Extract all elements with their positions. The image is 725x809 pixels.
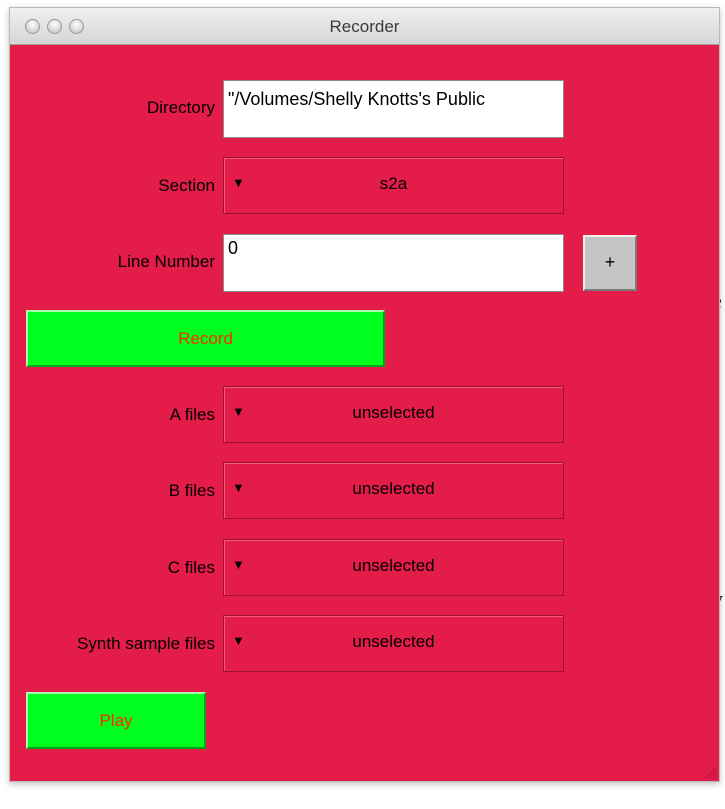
line-number-field[interactable]: 0: [223, 234, 564, 292]
section-select[interactable]: ▼ s2a: [223, 157, 564, 214]
a-files-label: A files: [169, 405, 215, 424]
directory-field[interactable]: "/Volumes/Shelly Knotts's Public: [223, 80, 564, 138]
title-bar[interactable]: Recorder: [10, 8, 719, 45]
resize-grip-icon[interactable]: [703, 765, 717, 779]
c-files-select-value: unselected: [352, 556, 435, 575]
a-files-select[interactable]: ▼ unselected: [223, 386, 564, 443]
window-title: Recorder: [329, 17, 400, 36]
synth-sample-files-label: Synth sample files: [77, 634, 215, 653]
synth-sample-files-select[interactable]: ▼ unselected: [223, 615, 564, 672]
b-files-label: B files: [168, 481, 215, 500]
section-label: Section: [158, 176, 215, 195]
recorder-window: Recorder Directory "/Volumes/Shelly Knot…: [9, 7, 720, 782]
c-files-select[interactable]: ▼ unselected: [223, 539, 564, 596]
directory-label: Directory: [146, 98, 215, 117]
record-button[interactable]: Record: [26, 310, 385, 367]
section-select-value: s2a: [379, 174, 408, 193]
play-button[interactable]: Play: [26, 692, 206, 749]
recorder-panel: Directory "/Volumes/Shelly Knotts's Publ…: [10, 45, 719, 781]
b-files-select[interactable]: ▼ unselected: [223, 462, 564, 519]
a-files-select-value: unselected: [352, 403, 435, 422]
line-number-label: Line Number: [117, 252, 215, 271]
b-files-select-value: unselected: [352, 479, 435, 498]
c-files-label: C files: [167, 558, 215, 577]
increment-line-button[interactable]: +: [583, 235, 637, 291]
synth-sample-files-select-value: unselected: [352, 632, 435, 651]
